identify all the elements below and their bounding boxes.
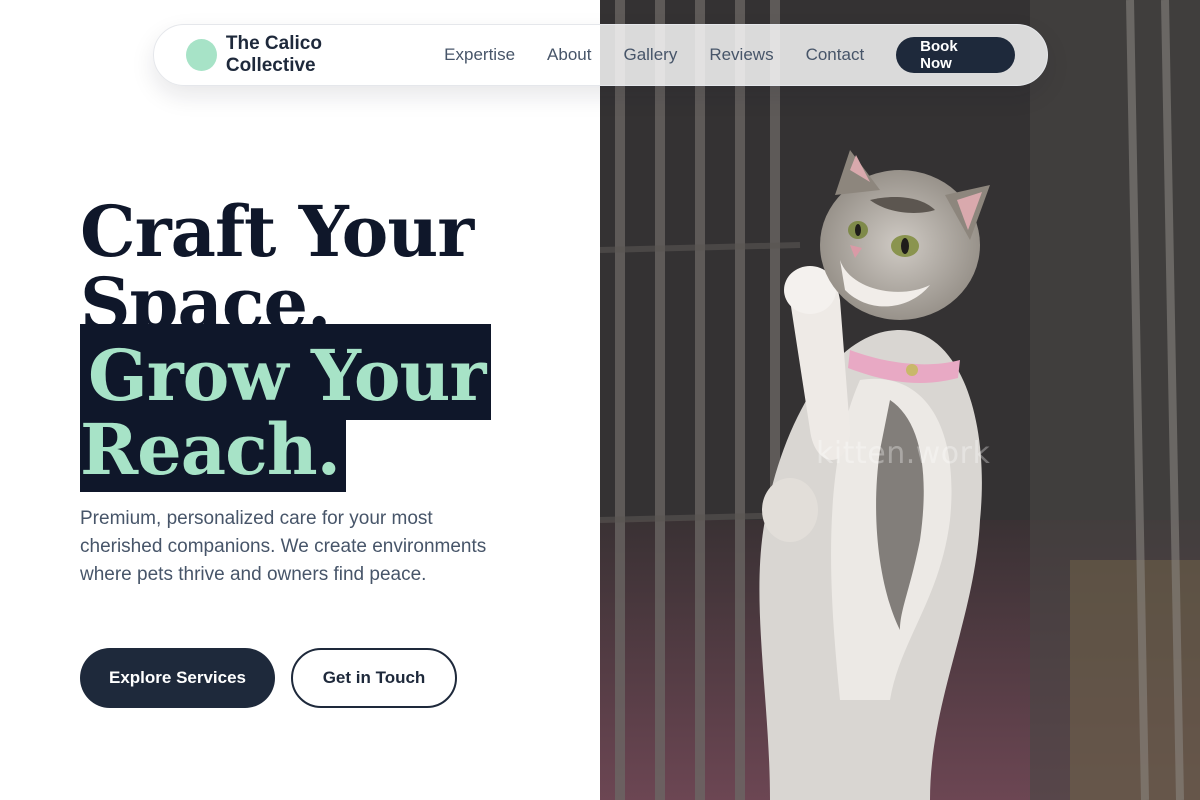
get-in-touch-button[interactable]: Get in Touch <box>291 648 457 708</box>
hero-subtitle: Premium, personalized care for your most… <box>80 508 487 585</box>
nav-link-expertise[interactable]: Expertise <box>444 45 515 65</box>
hero-heading-line-1: Craft Your <box>80 190 474 273</box>
nav-link-about[interactable]: About <box>547 45 591 65</box>
brand-logo-icon <box>186 39 217 71</box>
top-navigation: The Calico Collective Expertise About Ga… <box>153 24 1048 86</box>
explore-services-button[interactable]: Explore Services <box>80 648 275 708</box>
hero-heading: Craft Your Space. Grow Your Reach. <box>80 190 580 492</box>
book-now-button[interactable]: Book Now <box>896 37 1015 73</box>
hero-highlight-line-2: Reach. <box>80 415 346 492</box>
nav-links: Expertise About Gallery Reviews Contact <box>444 45 896 65</box>
hero-highlight-line-1: Grow Your <box>80 324 492 420</box>
nav-link-contact[interactable]: Contact <box>806 45 865 65</box>
hero-photo: kitten.work <box>600 0 1200 800</box>
brand[interactable]: The Calico Collective <box>186 33 410 77</box>
brand-name: The Calico Collective <box>225 33 322 76</box>
hero-heading-line-2: Space. <box>80 267 331 325</box>
nav-link-gallery[interactable]: Gallery <box>623 45 677 65</box>
nav-link-reviews[interactable]: Reviews <box>709 45 773 65</box>
watermark-text: kitten.work <box>816 436 991 471</box>
kitten-in-cage-illustration <box>600 0 1200 800</box>
